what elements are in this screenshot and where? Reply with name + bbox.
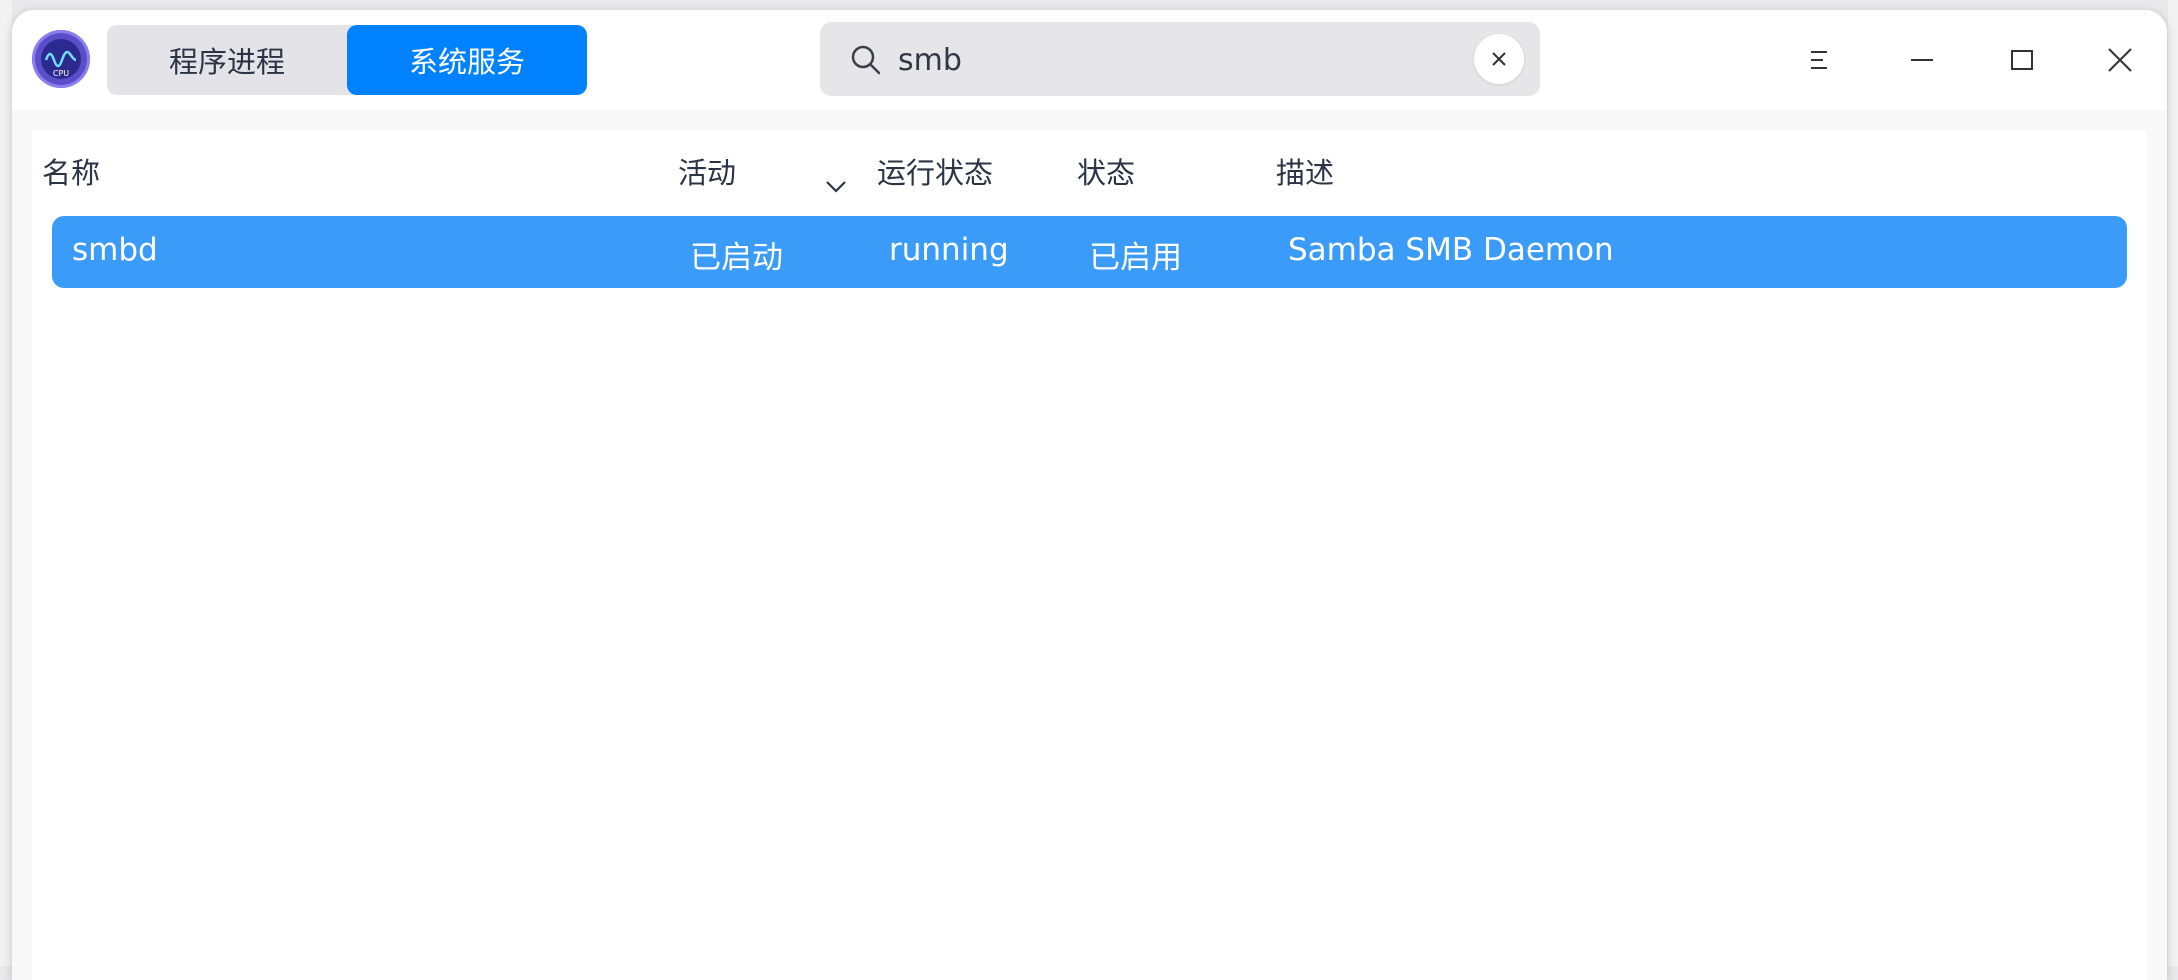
minimize-icon [1911, 59, 1933, 61]
table-row[interactable]: smbd 已启动 running 已启用 Samba SMB Daemon [52, 216, 2127, 288]
maximize-button[interactable] [1992, 30, 2052, 90]
table-header: 名称 活动 运行状态 状态 描述 [32, 130, 2147, 206]
search-input[interactable] [896, 35, 1460, 85]
maximize-icon [2011, 50, 2033, 70]
column-header-state[interactable]: 状态 [1077, 150, 1135, 192]
background-window-edge-right [2168, 0, 2178, 966]
search-box [820, 22, 1540, 96]
cell-active: 已启动 [690, 240, 783, 276]
search-icon [850, 44, 882, 80]
services-table: 名称 活动 运行状态 状态 描述 smbd 已启动 running 已启用 Sa… [32, 130, 2147, 980]
close-button[interactable] [2090, 30, 2150, 90]
clear-search-button[interactable] [1474, 34, 1524, 84]
app-logo-icon: CPU [32, 30, 90, 88]
view-switcher: 程序进程 系统服务 [107, 25, 587, 95]
close-icon [2108, 48, 2132, 72]
column-header-description[interactable]: 描述 [1276, 150, 1334, 192]
cell-description: Samba SMB Daemon [1288, 232, 1614, 268]
background-window-edge-left [0, 0, 12, 966]
column-header-active[interactable]: 活动 [678, 150, 736, 192]
titlebar: CPU 程序进程 系统服务 [12, 10, 2167, 110]
svg-text:CPU: CPU [53, 69, 69, 78]
cell-run-state: running [889, 232, 1009, 268]
tab-system-services[interactable]: 系统服务 [347, 25, 587, 95]
minimize-button[interactable] [1892, 30, 1952, 90]
cell-state: 已启用 [1089, 240, 1182, 276]
menu-button[interactable] [1792, 30, 1852, 90]
clear-icon [1492, 52, 1506, 66]
tab-processes[interactable]: 程序进程 [107, 25, 347, 95]
cell-name: smbd [72, 232, 158, 268]
column-header-name[interactable]: 名称 [42, 150, 100, 192]
column-header-run-state[interactable]: 运行状态 [877, 150, 993, 192]
system-monitor-window: CPU 程序进程 系统服务 smb 名称 活动 运行状态 状态 描述 smbd … [12, 10, 2167, 980]
menu-icon [1811, 51, 1827, 69]
chevron-down-icon[interactable] [825, 167, 847, 201]
